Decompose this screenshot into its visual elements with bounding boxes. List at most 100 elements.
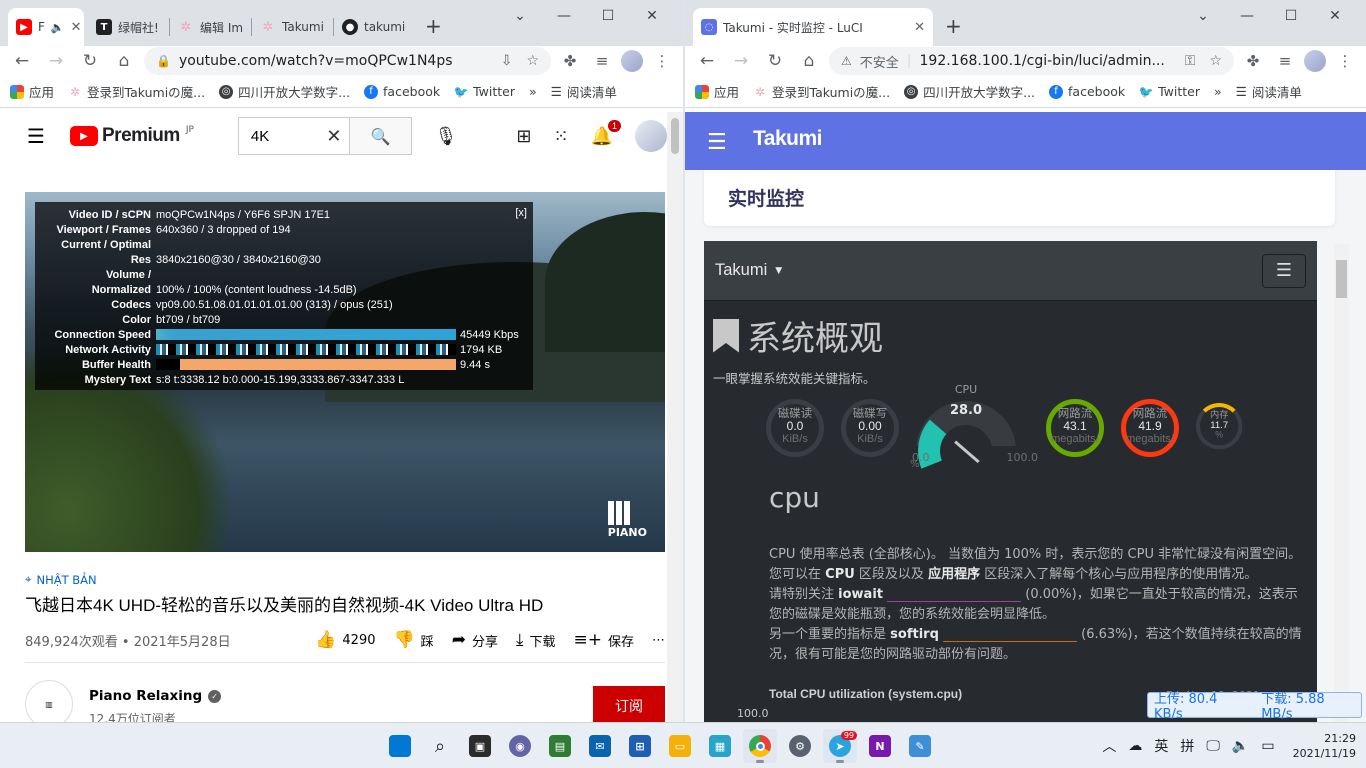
taskbar-chrome[interactable]: [743, 729, 777, 763]
cloud-icon[interactable]: ☁: [1128, 738, 1142, 754]
cpu-gauge[interactable]: CPU 28.0 0.0 % 100.0: [906, 383, 1038, 470]
close-window-button[interactable]: ✕: [1313, 6, 1357, 26]
apps-icon[interactable]: ⁙: [553, 126, 568, 147]
hamburger-menu-icon[interactable]: ☰: [16, 124, 56, 148]
tab-search-icon[interactable]: ⌄: [1181, 6, 1225, 26]
clock[interactable]: 21:29 2021/11/19: [1293, 731, 1356, 761]
close-window-button[interactable]: ✕: [630, 6, 674, 26]
scrollbar-thumb[interactable]: [671, 118, 679, 154]
taskbar-app-cubes[interactable]: ▦: [703, 729, 737, 763]
location-tag[interactable]: ⌖ NHẬT BẢN: [25, 572, 665, 587]
minimize-button[interactable]: —: [1225, 6, 1269, 26]
disk-write-gauge[interactable]: 磁碟写 0.00 KiB/s: [841, 399, 899, 457]
hamburger-menu-icon[interactable]: ☰: [707, 130, 727, 155]
bookmark-star-icon[interactable]: ☆: [1209, 53, 1222, 69]
bookmark-facebook[interactable]: f facebook: [1049, 84, 1125, 99]
task-view[interactable]: ▣: [463, 729, 497, 763]
create-video-icon[interactable]: ⊞: [516, 126, 531, 147]
minimize-button[interactable]: —: [542, 6, 586, 26]
bookmark-apps[interactable]: 应用: [10, 82, 54, 101]
luci-brand[interactable]: Takumi: [753, 127, 822, 151]
youtube-premium-logo[interactable]: ▶ Premium JP: [70, 125, 194, 147]
memory-gauge[interactable]: 内存 11.7 %: [1196, 403, 1243, 450]
lock-icon[interactable]: 🔒: [156, 54, 171, 68]
forward-button[interactable]: →: [42, 51, 70, 71]
warning-icon[interactable]: ⚠: [841, 54, 852, 68]
close-icon[interactable]: ✕: [65, 20, 82, 35]
caret-down-icon[interactable]: ▼: [775, 266, 782, 276]
bookmark-apps[interactable]: 应用: [695, 82, 739, 101]
new-tab-button[interactable]: +: [945, 14, 962, 38]
netdata-host-menu[interactable]: Takumi: [715, 261, 767, 280]
scrollbar-thumb[interactable]: [1336, 260, 1347, 298]
ime-mode[interactable]: 拼: [1180, 736, 1194, 756]
tab-3[interactable]: ✲ Takumi: [252, 8, 334, 46]
tab-1[interactable]: T 绿帽社!: [88, 8, 170, 46]
channel-avatar[interactable]: ▥: [25, 680, 73, 722]
url-text[interactable]: youtube.com/watch?v=moQPCw1N4ps: [179, 53, 453, 69]
navbar-toggle-button[interactable]: ☰: [1262, 253, 1306, 288]
account-avatar[interactable]: [635, 120, 667, 152]
search-button[interactable]: 🔍: [348, 118, 411, 154]
taskbar-settings[interactable]: ⚙: [783, 729, 817, 763]
maximize-button[interactable]: ☐: [1269, 6, 1313, 26]
url-text[interactable]: 192.168.100.1/cgi-bin/luci/admin...: [920, 53, 1165, 69]
net-out-gauge[interactable]: 网路流 41.9 megabits/: [1121, 399, 1179, 457]
taskbar-store[interactable]: ⊞: [623, 729, 657, 763]
new-tab-button[interactable]: +: [425, 14, 442, 38]
media-control-icon[interactable]: ≡: [589, 52, 615, 70]
search-input[interactable]: [238, 118, 319, 154]
back-button[interactable]: ←: [8, 51, 36, 71]
more-menu-icon[interactable]: ⋮: [1332, 52, 1358, 70]
tab-2[interactable]: ✲ 编辑 Im: [170, 8, 252, 46]
download-button[interactable]: ⤓ 下载: [516, 630, 556, 650]
netdata-scrollbar[interactable]: [1334, 244, 1349, 722]
tab-4[interactable]: ● takumi: [334, 8, 416, 46]
tab-luci[interactable]: ◌ Takumi - 实时监控 - LuCI ✕: [693, 8, 933, 46]
address-bar[interactable]: ⚠ 不安全 | 192.168.100.1/cgi-bin/luci/admin…: [829, 47, 1234, 75]
more-actions-icon[interactable]: ⋯: [652, 630, 665, 650]
install-icon[interactable]: ⇩: [501, 53, 513, 69]
like-button[interactable]: 👍 4290: [315, 630, 375, 650]
taskbar-telegram[interactable]: ➤ 99: [823, 729, 857, 763]
address-bar[interactable]: 🔒 youtube.com/watch?v=moQPCw1N4ps ⇩ ☆: [144, 47, 551, 75]
channel-name[interactable]: Piano Relaxing: [89, 688, 202, 704]
maximize-button[interactable]: ☐: [586, 6, 630, 26]
bookmark-star-icon[interactable]: ☆: [526, 53, 539, 69]
extensions-icon[interactable]: ✤: [557, 52, 583, 70]
reading-list[interactable]: ☰ 阅读清单: [551, 82, 617, 101]
reload-button[interactable]: ↻: [761, 51, 789, 71]
bookmark-twitter[interactable]: 🐦 Twitter: [1139, 84, 1200, 99]
extensions-icon[interactable]: ✤: [1240, 52, 1266, 70]
tab-youtube[interactable]: ▶ F 🔈 ✕: [8, 8, 84, 46]
forward-button[interactable]: →: [727, 51, 755, 71]
taskbar-search[interactable]: ⌕: [423, 729, 457, 763]
net-in-gauge[interactable]: 网路流 43.1 megabits/: [1046, 399, 1104, 457]
subscribe-button[interactable]: 订阅: [593, 686, 665, 722]
stats-close-button[interactable]: [x]: [515, 207, 527, 219]
cpu-section-link[interactable]: CPU: [825, 567, 855, 582]
taskbar-chat[interactable]: ◉: [503, 729, 537, 763]
reading-list[interactable]: ☰ 阅读清单: [1236, 82, 1302, 101]
taskbar-app-green[interactable]: ▤: [543, 729, 577, 763]
network-icon[interactable]: 🖵: [1206, 738, 1220, 754]
bookmark-takumi[interactable]: ✲ 登录到Takumiの魔...: [68, 82, 205, 101]
bookmark-twitter[interactable]: 🐦 Twitter: [454, 84, 515, 99]
media-control-icon[interactable]: ≡: [1272, 52, 1298, 70]
bookmark-facebook[interactable]: f facebook: [364, 84, 440, 99]
apps-section-link[interactable]: 应用程序: [928, 567, 980, 582]
bookmarks-overflow-icon[interactable]: »: [1214, 84, 1222, 99]
taskbar-app-pen[interactable]: ✎: [903, 729, 937, 763]
dislike-button[interactable]: 👎 踩: [394, 630, 434, 650]
bookmark-sichuan[interactable]: ◎ 四川开放大学数字...: [904, 82, 1035, 101]
microphone-icon[interactable]: 🎙: [426, 126, 466, 147]
taskbar-onenote[interactable]: N: [863, 729, 897, 763]
start-button[interactable]: [383, 729, 417, 763]
profile-avatar[interactable]: [621, 50, 643, 72]
close-icon[interactable]: ✕: [908, 20, 925, 35]
home-button[interactable]: ⌂: [110, 51, 138, 71]
volume-icon[interactable]: 🔈: [1232, 738, 1249, 754]
disk-read-gauge[interactable]: 磁碟读 0.0 KiB/s: [766, 399, 824, 457]
input-language[interactable]: 英: [1154, 736, 1168, 756]
save-button[interactable]: ≡+ 保存: [573, 630, 634, 650]
